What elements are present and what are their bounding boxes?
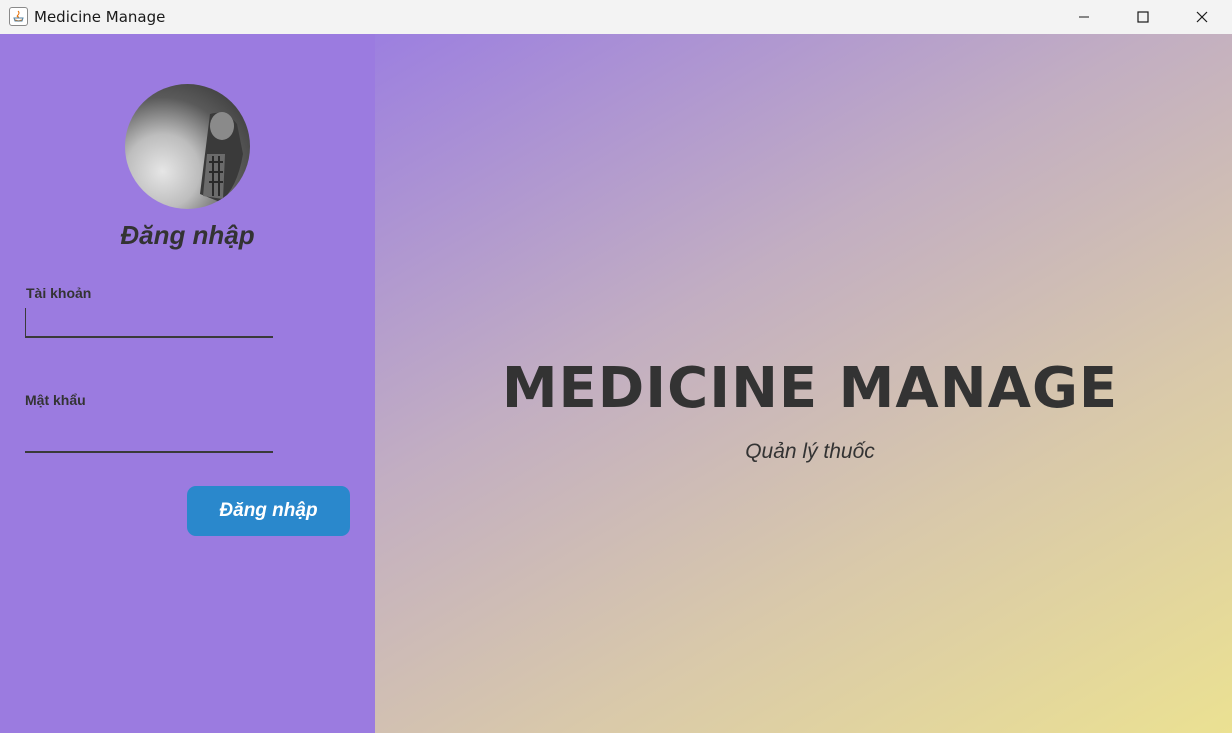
app-subtitle: Quản lý thuốc [745,440,875,463]
password-input[interactable] [25,423,273,453]
close-button[interactable] [1173,0,1231,34]
username-input[interactable] [25,308,273,338]
maximize-button[interactable] [1114,0,1172,34]
avatar [125,84,250,209]
username-label: Tài khoản [26,285,92,301]
close-icon [1196,11,1208,23]
app-title: MEDICINE MANAGE [501,356,1119,421]
title-bar: Medicine Manage [0,0,1232,34]
minimize-icon [1079,16,1089,18]
java-app-icon [9,7,28,26]
login-button[interactable]: Đăng nhập [187,486,350,536]
login-heading: Đăng nhập [120,220,255,250]
login-panel: Đăng nhập Tài khoản Mật khẩu Đăng nhập [0,34,375,733]
brand-panel: MEDICINE MANAGE Quản lý thuốc [375,34,1232,733]
maximize-icon [1137,11,1149,23]
minimize-button[interactable] [1055,0,1113,34]
password-label: Mật khẩu [25,392,86,408]
window-title: Medicine Manage [34,8,166,26]
